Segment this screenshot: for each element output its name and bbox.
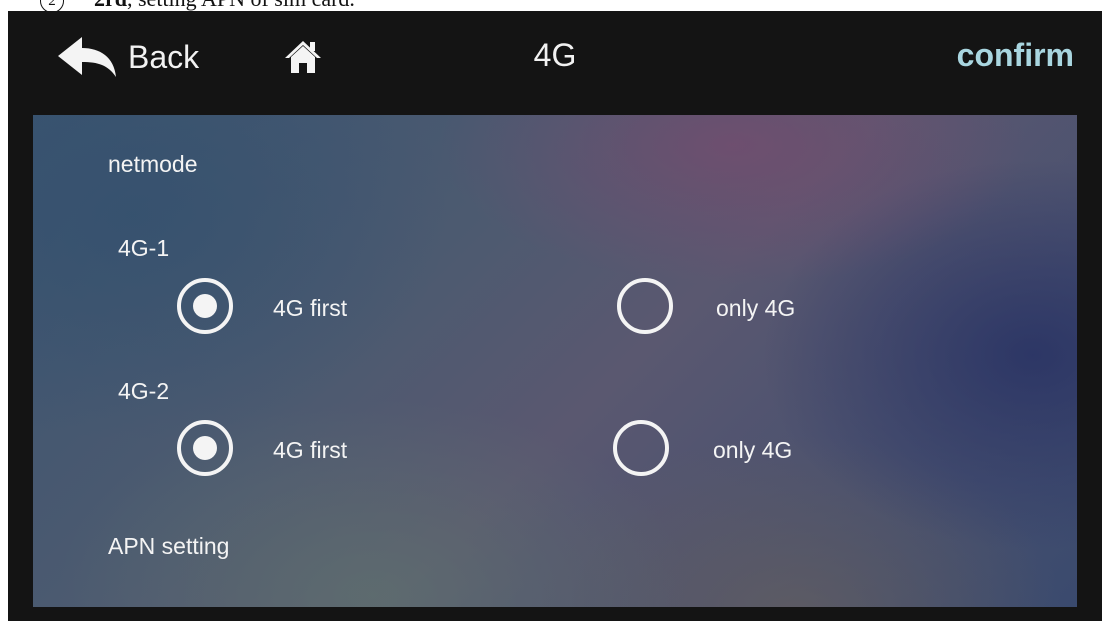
page-title: 4G — [533, 37, 577, 73]
option-label-4g1-4g-first: 4G first — [273, 295, 348, 321]
group-label-4g-2: 4G-2 — [118, 378, 170, 404]
caption-step: 2rd — [94, 0, 127, 11]
group-label-4g-1: 4G-1 — [118, 235, 170, 261]
option-label-4g2-only-4g: only 4G — [713, 437, 793, 463]
option-label-4g1-only-4g: only 4G — [716, 295, 796, 321]
apn-setting-link[interactable]: APN setting — [108, 533, 229, 560]
top-bar: Back 4G confirm — [8, 11, 1102, 103]
settings-panel: netmode 4G-1 4G first only 4G 4G-2 4G fi… — [33, 115, 1077, 607]
netmode-label: netmode — [108, 151, 198, 177]
document-caption: 22rd, setting APN of sim card. — [40, 0, 355, 13]
option-label-4g2-4g-first: 4G first — [273, 437, 348, 463]
device-screen: Back 4G confirm netmode 4G-1 4G first on… — [8, 11, 1102, 621]
caption-text: , setting APN of sim card. — [127, 0, 355, 11]
radio-4g2-only-4g[interactable] — [613, 420, 669, 476]
confirm-button[interactable]: confirm — [957, 37, 1074, 74]
radio-4g1-only-4g[interactable] — [617, 278, 673, 334]
radio-4g1-4g-first[interactable] — [177, 278, 233, 334]
radio-4g2-4g-first[interactable] — [177, 420, 233, 476]
